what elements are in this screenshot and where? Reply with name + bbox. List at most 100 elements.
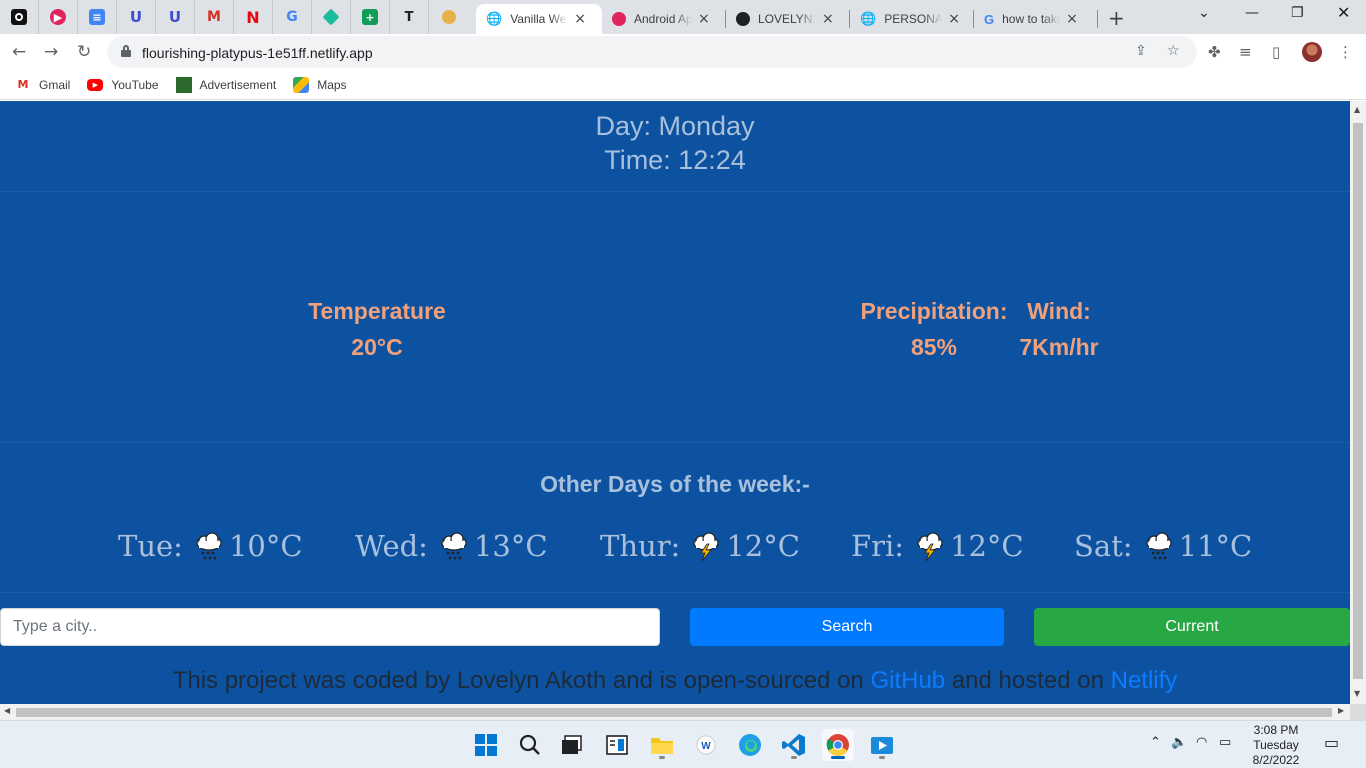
close-tab-icon[interactable]: ×: [698, 11, 710, 27]
gmail-icon: M: [17, 78, 29, 91]
media-player-button[interactable]: [866, 729, 898, 761]
horizontal-scrollbar[interactable]: ◀ ▶: [0, 704, 1350, 720]
current-location-button[interactable]: Current: [1034, 608, 1350, 646]
side-panel-icon[interactable]: ▯: [1272, 43, 1280, 61]
github-link[interactable]: GitHub: [870, 667, 945, 694]
edge-button[interactable]: [734, 729, 766, 761]
vertical-scrollbar[interactable]: ▲ ▼: [1350, 101, 1366, 704]
pinned-tab-3[interactable]: ≡: [78, 0, 117, 34]
lock-icon: [121, 45, 131, 57]
menu-icon[interactable]: ⋮: [1338, 43, 1353, 61]
scroll-right-icon[interactable]: ▶: [1338, 706, 1344, 715]
chevron-up-icon[interactable]: ⌃: [1150, 735, 1161, 750]
bookmark-gmail[interactable]: M Gmail: [15, 77, 71, 93]
forecast-day: Fri: 12°C: [851, 529, 1024, 563]
forecast-day: Thur: 12°C: [600, 529, 800, 563]
bookmark-youtube[interactable]: ▶ YouTube: [87, 78, 159, 92]
precipitation-value: 85%: [910, 334, 958, 360]
share-icon[interactable]: ⇪: [1135, 43, 1147, 59]
avatar[interactable]: [1302, 42, 1322, 62]
bookmark-star-icon[interactable]: ☆: [1167, 43, 1180, 59]
close-tab-icon[interactable]: ×: [1066, 11, 1078, 27]
forecast-day: Sat: 11°C: [1074, 529, 1252, 563]
google-icon: G: [286, 9, 298, 25]
battery-icon[interactable]: ▭: [1219, 735, 1231, 750]
vscode-icon: [782, 734, 805, 756]
globe-icon: 🌐: [486, 11, 503, 27]
vscode-button[interactable]: [778, 729, 810, 761]
search-button[interactable]: [514, 729, 546, 761]
precipitation-label: Precipitation:: [860, 298, 1008, 324]
pinned-tab-6[interactable]: M: [195, 0, 234, 34]
scrollbar-thumb[interactable]: [1353, 123, 1363, 679]
speaker-icon[interactable]: 🔈: [1171, 735, 1187, 750]
app-icon: [11, 9, 27, 25]
scrollbar-thumb[interactable]: [16, 708, 1332, 717]
start-button[interactable]: [470, 729, 502, 761]
close-tab-icon[interactable]: ×: [948, 11, 960, 27]
running-indicator: [659, 756, 665, 759]
pinned-tabs: ▶ ≡ U U M N G + T: [0, 0, 468, 34]
search-button[interactable]: Search: [690, 608, 1004, 646]
windows-icon: [475, 734, 497, 756]
tab-vanilla-weather[interactable]: 🌐 Vanilla Weather App ×: [476, 4, 602, 34]
pinned-tab-2[interactable]: ▶: [39, 0, 78, 34]
tab-search-icon[interactable]: ⌄: [1198, 5, 1210, 21]
extensions-icon[interactable]: ✤: [1208, 43, 1221, 61]
tab-personal[interactable]: 🌐 PERSONAL ×: [850, 4, 972, 34]
pinned-tab-1[interactable]: [0, 0, 39, 34]
new-tab-icon[interactable]: +: [1108, 6, 1125, 30]
minimize-icon[interactable]: —: [1245, 5, 1259, 21]
reload-icon[interactable]: ↻: [77, 42, 91, 62]
forward-icon[interactable]: →: [44, 42, 58, 62]
bookmark-advertisement[interactable]: Advertisement: [175, 76, 276, 93]
city-search-input[interactable]: [0, 608, 660, 646]
task-view-button[interactable]: [556, 729, 588, 761]
pinned-tab-12[interactable]: [429, 0, 468, 34]
forecast-temp: 13°C: [473, 529, 548, 563]
pinned-tab-11[interactable]: T: [390, 0, 429, 34]
pinned-tab-10[interactable]: +: [351, 0, 390, 34]
restore-icon[interactable]: ❐: [1291, 5, 1304, 21]
scroll-down-icon[interactable]: ▼: [1354, 689, 1360, 698]
scroll-left-icon[interactable]: ◀: [4, 706, 10, 715]
pinned-tab-7[interactable]: N: [234, 0, 273, 34]
back-icon[interactable]: ←: [12, 42, 26, 62]
pinned-tab-5[interactable]: U: [156, 0, 195, 34]
file-explorer-button[interactable]: [646, 729, 678, 761]
bookmark-maps[interactable]: Maps: [293, 76, 347, 93]
close-window-icon[interactable]: ✕: [1337, 3, 1350, 22]
diamond-icon: [322, 8, 340, 26]
address-bar[interactable]: flourishing-platypus-1e51ff.netlify.app …: [107, 36, 1197, 68]
chrome-button[interactable]: [822, 729, 854, 761]
running-indicator: [831, 756, 845, 759]
cloud-snow-icon: [1143, 530, 1175, 562]
udacity-icon: U: [168, 8, 182, 26]
media-player-icon: [871, 737, 893, 754]
tab-github[interactable]: LOVELYN15 ×: [726, 4, 848, 34]
pinned-tab-9[interactable]: [312, 0, 351, 34]
bookmark-label: Maps: [317, 77, 347, 92]
pinned-tab-8[interactable]: G: [273, 0, 312, 34]
scroll-up-icon[interactable]: ▲: [1354, 105, 1360, 114]
scrollbar-corner: [1350, 704, 1366, 720]
tab-title: LOVELYN15: [758, 12, 816, 26]
text-icon: T: [404, 9, 414, 25]
close-tab-icon[interactable]: ×: [574, 11, 586, 27]
pinned-tab-4[interactable]: U: [117, 0, 156, 34]
netlify-link[interactable]: Netlify: [1111, 667, 1178, 694]
tab-android-app[interactable]: Android App ×: [602, 4, 724, 34]
system-clock[interactable]: 3:08 PM Tuesday 8/2/2022: [1240, 723, 1312, 768]
wifi-icon[interactable]: ◠: [1196, 735, 1207, 750]
media-icon[interactable]: ≡: [1239, 43, 1252, 61]
tab-google-search[interactable]: G how to take ×: [974, 4, 1096, 34]
close-tab-icon[interactable]: ×: [822, 11, 834, 27]
date-time-header: Day: Monday Time: 12:24: [0, 109, 1350, 177]
word-app-button[interactable]: W: [690, 729, 722, 761]
youtube-icon: ▶: [87, 78, 104, 91]
cloud-lightning-icon: [914, 530, 946, 562]
url-text[interactable]: flourishing-platypus-1e51ff.netlify.app: [142, 45, 373, 61]
widgets-button[interactable]: [601, 729, 633, 761]
notification-icon[interactable]: ▭: [1324, 733, 1339, 752]
udacity-icon: U: [129, 8, 143, 26]
